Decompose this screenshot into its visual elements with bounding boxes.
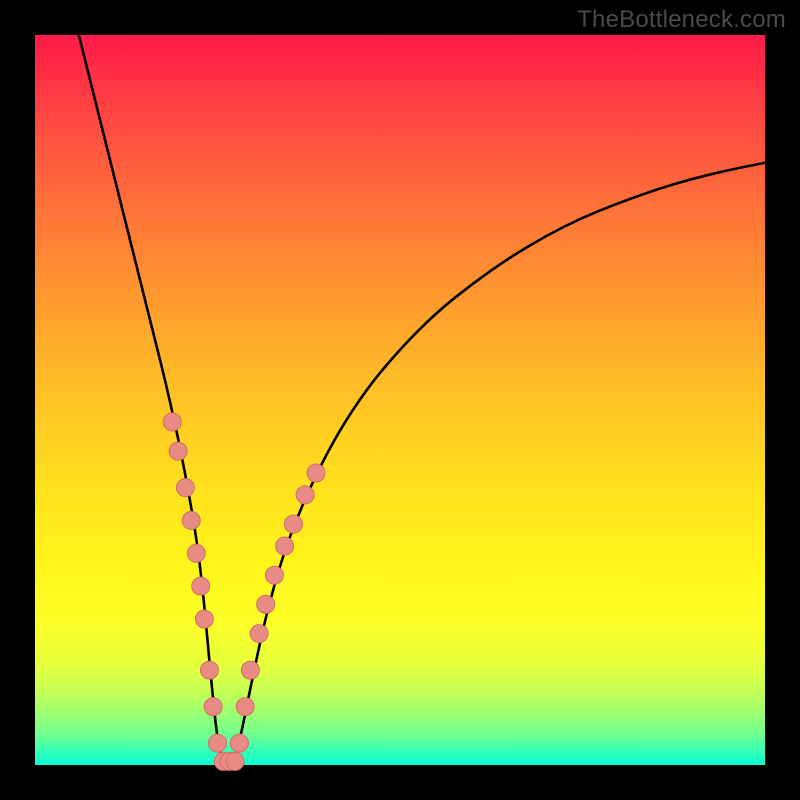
marker-point <box>169 442 187 460</box>
marker-point <box>307 464 325 482</box>
chart-frame: TheBottleneck.com <box>0 0 800 800</box>
marker-point <box>195 610 213 628</box>
plot-area <box>35 35 765 765</box>
marker-point <box>176 479 194 497</box>
curve-svg <box>35 35 765 765</box>
marker-point <box>241 661 259 679</box>
marker-point <box>200 661 218 679</box>
marker-point <box>163 413 181 431</box>
marker-point <box>257 595 275 613</box>
marker-point <box>226 752 244 770</box>
marker-point <box>296 486 314 504</box>
marker-point <box>284 515 302 533</box>
marker-point <box>236 698 254 716</box>
bottleneck-curve <box>79 35 765 765</box>
marker-point <box>192 577 210 595</box>
marker-point <box>250 625 268 643</box>
marker-point <box>182 511 200 529</box>
marker-point <box>230 734 248 752</box>
marker-point <box>204 698 222 716</box>
marker-point <box>265 566 283 584</box>
marker-point <box>276 537 294 555</box>
marker-point <box>209 734 227 752</box>
watermark-text: TheBottleneck.com <box>577 6 786 34</box>
marker-point <box>187 544 205 562</box>
